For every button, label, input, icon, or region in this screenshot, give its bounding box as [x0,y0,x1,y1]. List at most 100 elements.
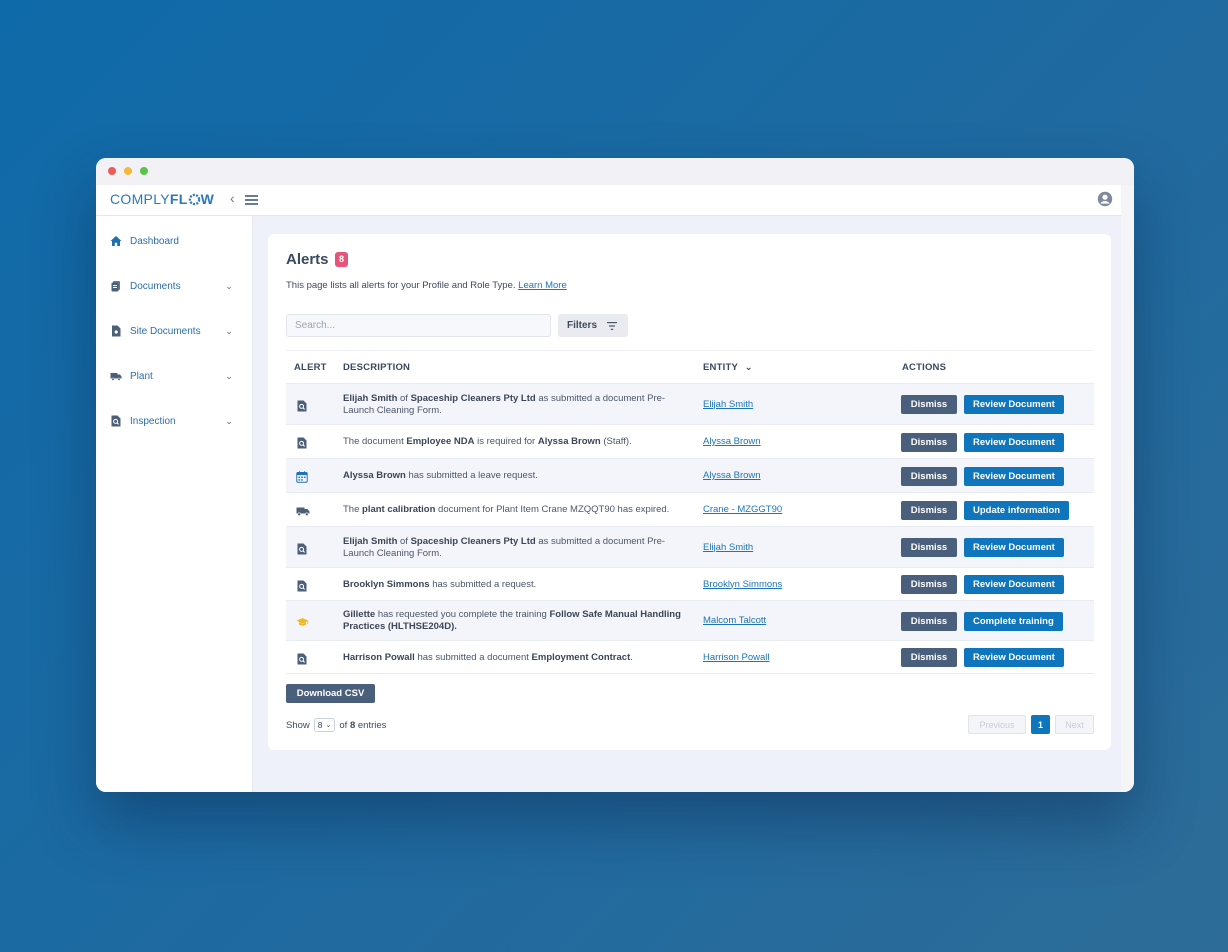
review-document-button[interactable]: Review Document [964,648,1064,667]
inspection-icon [111,415,121,427]
hamburger-menu-icon[interactable] [245,195,258,205]
sidebar: Dashboard Documents ⌄ Site Documents ⌄ P… [96,216,253,792]
alerts-count-badge: 8 [335,252,349,267]
description-bold-text: Alyssa Brown [343,470,406,481]
description-bold-text: Harrison Powall [343,651,415,663]
complete-training-button[interactable]: Complete training [964,611,1063,631]
description-text: has submitted a request. [429,578,537,590]
description-bold-text: Elijah Smith [343,535,398,547]
maximize-window-button[interactable] [140,167,148,175]
entity-header-label: ENTITY [703,362,738,373]
alert-description: Gillette has requested you complete the … [343,609,688,633]
alert-description: Harrison Powall has submitted a document… [343,652,688,664]
chevron-down-icon: ⌄ [325,722,332,729]
sidebar-item-site-documents[interactable]: Site Documents ⌄ [110,321,234,341]
entity-link[interactable]: Alyssa Brown [703,436,761,447]
review-document-button[interactable]: Review Document [964,575,1064,594]
chevron-down-icon[interactable]: ⌄ [224,281,234,292]
logo-text-fl: FL [169,191,188,207]
description-bold-text: Spaceship Cleaners Pty Ltd [410,392,536,404]
entity-link[interactable]: Elijah Smith [703,542,753,553]
document-search-icon [296,436,308,449]
update-information-button[interactable]: Update information [964,500,1070,520]
chevron-down-icon[interactable]: ⌄ [224,326,234,337]
sidebar-item-dashboard[interactable]: Dashboard [110,231,234,251]
table-header: ALERT DESCRIPTION ENTITY ⌄ ACTIONS [286,351,1094,384]
user-account-icon[interactable] [1097,191,1113,207]
entity-link[interactable]: Alyssa Brown [703,470,761,481]
window-scrollbar[interactable] [1121,185,1134,792]
table-row: Brooklyn Simmons has submitted a request… [286,568,1094,601]
chevron-down-icon[interactable]: ⌄ [224,371,234,382]
subtitle-text: This page lists all alerts for your Prof… [286,280,516,291]
page-title: Alerts [286,251,329,268]
main-content: Alerts 8 This page lists all alerts for … [253,216,1121,792]
show-label: Show [286,719,310,731]
table-row: Elijah Smith of Spaceship Cleaners Pty L… [286,384,1094,425]
dismiss-button[interactable]: Dismiss [901,466,957,486]
description-bold-text: Gillette [343,609,376,620]
page-1-button[interactable]: 1 [1031,715,1050,734]
alert-description: Alyssa Brown has submitted a leave reque… [343,470,688,482]
top-bar: COMPLYFL W ‹ [96,185,1121,216]
column-header-description: DESCRIPTION [343,362,411,373]
table-row: Harrison Powall has submitted a document… [286,641,1094,674]
of-label: of [339,719,348,731]
alert-description: Elijah Smith of Spaceship Cleaners Pty L… [343,536,688,560]
column-header-entity[interactable]: ENTITY ⌄ [703,362,753,373]
table-row: Elijah Smith of Spaceship Cleaners Pty L… [286,527,1094,568]
document-search-icon [296,399,308,411]
logo-gear-icon [188,193,201,209]
learn-more-link[interactable]: Learn More [518,280,567,291]
dismiss-button[interactable]: Dismiss [901,538,957,557]
chevron-down-icon[interactable]: ⌄ [224,416,234,427]
table-row: The document Employee NDA is required fo… [286,425,1094,459]
entity-link[interactable]: Elijah Smith [703,399,753,410]
dismiss-button[interactable]: Dismiss [901,648,957,667]
dismiss-button[interactable]: Dismiss [901,395,957,414]
previous-page-button[interactable]: Previous [968,715,1026,734]
window-titlebar [96,158,1134,185]
entity-link[interactable]: Crane - MZGGT90 [703,504,782,515]
description-text: The document [343,436,407,447]
review-document-button[interactable]: Review Document [964,538,1064,557]
download-csv-button[interactable]: Download CSV [286,684,375,703]
sidebar-item-label: Site Documents [130,325,201,337]
review-document-button[interactable]: Review Document [964,466,1064,486]
sort-chevron-down-icon[interactable]: ⌄ [745,362,753,373]
page-size-select[interactable]: 8 ⌄ [313,718,336,732]
dismiss-button[interactable]: Dismiss [901,611,957,631]
sidebar-item-label: Documents [130,280,181,292]
entity-link[interactable]: Malcom Talcott [703,615,766,626]
collapse-sidebar-chevron-icon[interactable]: ‹ [230,190,235,206]
sidebar-item-documents[interactable]: Documents ⌄ [110,276,234,296]
search-input[interactable] [286,314,551,337]
description-bold-text: plant calibration [362,504,436,515]
description-text: is required for [474,436,538,447]
alerts-table: ALERT DESCRIPTION ENTITY ⌄ ACTIONS Elija… [286,350,1094,674]
entity-link[interactable]: Brooklyn Simmons [703,579,782,590]
description-text: has requested you complete the training [375,609,550,620]
comply-flow-logo[interactable]: COMPLYFL W [110,191,214,209]
minimize-window-button[interactable] [124,167,132,175]
sidebar-item-plant[interactable]: Plant ⌄ [110,366,234,386]
documents-icon [111,281,120,292]
dismiss-button[interactable]: Dismiss [901,432,957,452]
filters-button[interactable]: Filters [558,314,628,337]
dismiss-button[interactable]: Dismiss [901,500,957,520]
next-page-button[interactable]: Next [1055,715,1094,734]
description-bold-text: Elijah Smith [343,392,398,404]
sidebar-item-inspection[interactable]: Inspection ⌄ [110,411,234,431]
entries-summary: Show 8 ⌄ of 8 entries [286,718,386,732]
dismiss-button[interactable]: Dismiss [901,575,957,594]
logo-text-w: W [200,191,215,207]
review-document-button[interactable]: Review Document [964,432,1064,452]
entity-link[interactable]: Harrison Powall [703,652,770,663]
close-window-button[interactable] [108,167,116,175]
description-text: has submitted a leave request. [405,470,538,481]
review-document-button[interactable]: Review Document [964,395,1064,414]
document-search-icon [296,579,308,591]
alert-description: Elijah Smith of Spaceship Cleaners Pty L… [343,393,688,417]
calendar-icon [296,470,308,483]
description-bold-text: Employment Contract [531,651,631,663]
